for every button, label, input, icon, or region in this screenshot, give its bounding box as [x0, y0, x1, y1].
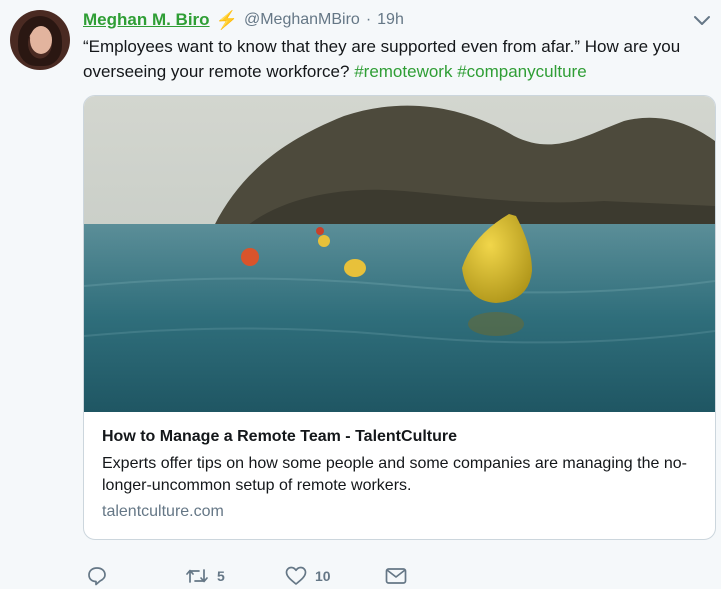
card-domain: talentculture.com	[102, 503, 224, 520]
hashtag-link[interactable]: #companyculture	[457, 62, 586, 81]
heart-icon	[285, 566, 307, 585]
separator-dot: ·	[365, 11, 372, 28]
direct-message-button[interactable]	[385, 563, 407, 589]
like-count: 10	[315, 568, 331, 584]
like-button[interactable]: 10	[285, 563, 331, 589]
card-body: How to Manage a Remote Team - TalentCult…	[102, 426, 702, 523]
avatar[interactable]	[10, 10, 70, 70]
reply-button[interactable]	[87, 563, 107, 589]
hashtag-link[interactable]: #remotework	[354, 62, 452, 81]
tweet-text: “Employees want to know that they are su…	[83, 34, 703, 84]
retweet-button[interactable]: 5	[185, 563, 225, 589]
timestamp[interactable]: 19h	[377, 11, 404, 29]
envelope-icon	[385, 568, 407, 584]
card-description: Experts offer tips on how some people an…	[102, 455, 687, 494]
card-title[interactable]: How to Manage a Remote Team - TalentCult…	[102, 426, 702, 448]
lightning-bolt-icon: ⚡	[215, 9, 238, 30]
tweet[interactable]: Meghan M. Biro ⚡ @MeghanMBiro · 19h “Emp…	[0, 0, 721, 589]
author-name[interactable]: Meghan M. Biro	[83, 10, 210, 30]
link-card[interactable]: How to Manage a Remote Team - TalentCult…	[83, 95, 716, 540]
chevron-down-icon[interactable]	[693, 14, 711, 28]
retweet-icon	[186, 569, 208, 583]
reply-icon	[88, 567, 106, 586]
author-handle[interactable]: @MeghanMBiro	[244, 11, 360, 29]
retweet-count: 5	[217, 568, 225, 584]
card-image	[84, 96, 715, 412]
avatar-face	[30, 26, 52, 54]
tweet-header: Meghan M. Biro ⚡ @MeghanMBiro · 19h	[83, 8, 404, 32]
